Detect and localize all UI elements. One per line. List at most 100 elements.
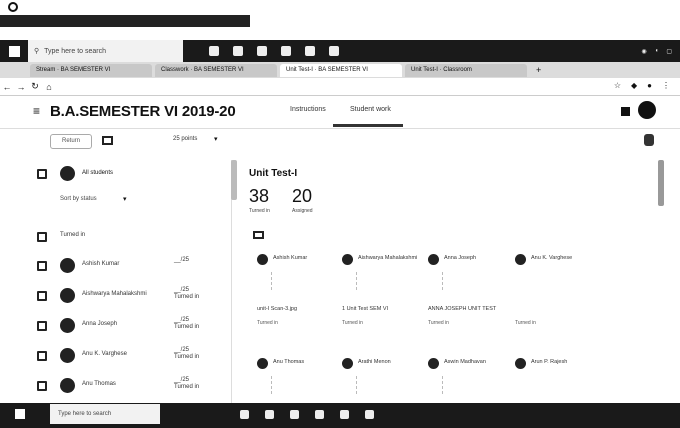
volume-icon[interactable]: ◖	[655, 48, 659, 54]
address-bar: ← → ↻ ⌂ ☆ ◆ ● ⋮	[0, 78, 680, 96]
media-icon[interactable]	[329, 46, 339, 56]
all-students-label: All students	[82, 170, 114, 176]
group-row[interactable]	[0, 226, 230, 252]
windows-icon	[15, 409, 25, 419]
scrollbar-thumb[interactable]	[231, 160, 237, 200]
student-checkbox[interactable]	[37, 291, 47, 301]
mail-icon[interactable]	[315, 410, 324, 419]
course-title: B.A.SEMESTER VI 2019-20	[50, 103, 236, 120]
card-file-name: 1 Unit Test SEM VI	[342, 306, 389, 312]
student-checkbox[interactable]	[37, 381, 47, 391]
student-row[interactable]: Anu Thomas __/25 Turned in	[0, 375, 230, 401]
student-name: Ashish Kumar	[82, 261, 120, 267]
apps-grid-icon[interactable]	[621, 107, 630, 116]
forward-icon[interactable]: →	[14, 82, 28, 92]
group-label: Turned in	[60, 232, 86, 238]
task-view-icon[interactable]	[240, 410, 249, 419]
student-score: __/25	[174, 257, 189, 264]
extension-icon[interactable]: ◆	[631, 81, 637, 90]
network-icon[interactable]: ◉	[641, 48, 646, 55]
store-icon[interactable]	[257, 46, 267, 56]
store-icon[interactable]	[290, 410, 299, 419]
avatar	[60, 258, 75, 273]
main-menu-icon[interactable]: ≡	[33, 104, 40, 118]
browser-tab[interactable]: Unit Test-I · Classroom	[405, 63, 527, 77]
profile-icon[interactable]: ●	[647, 81, 652, 90]
submission-card[interactable]: Aswin Madhavan	[428, 358, 508, 402]
submission-card[interactable]: Ashish Kumar unit-I Scan-3.jpg Turned in	[257, 254, 337, 334]
student-checkbox[interactable]	[37, 321, 47, 331]
avatar	[428, 254, 439, 265]
scrollbar-thumb[interactable]	[658, 160, 664, 206]
avatar	[342, 358, 353, 369]
tab-student-work[interactable]: Student work	[350, 106, 391, 113]
menu-icon[interactable]: ⋮	[662, 81, 670, 90]
select-all-checkbox[interactable]	[37, 169, 47, 179]
new-tab-button[interactable]: +	[530, 65, 541, 75]
account-avatar[interactable]	[638, 101, 656, 119]
submission-card[interactable]: Anu Thomas	[257, 358, 337, 402]
card-status: Turned in	[257, 320, 278, 326]
submission-card[interactable]: Anna Joseph ANNA JOSEPH UNIT TEST Turned…	[428, 254, 508, 334]
sort-select[interactable]: Sort by status	[60, 196, 97, 202]
system-tray: ◉ ◖ ▢	[641, 40, 672, 62]
chevron-down-icon[interactable]: ▾	[214, 135, 218, 143]
all-students-row[interactable]	[0, 163, 230, 189]
browser-tab[interactable]: Classwork · BA SEMESTER VI	[155, 63, 277, 77]
submission-card[interactable]: Arun P. Rajesh	[515, 358, 595, 402]
status-text: Turned in	[174, 294, 200, 300]
chrome-icon[interactable]	[340, 410, 349, 419]
group-checkbox[interactable]	[37, 232, 47, 242]
notification-icon[interactable]: ▢	[666, 48, 672, 55]
taskbar-search-input[interactable]: ⚲ Type here to search	[28, 40, 183, 62]
task-view-icon[interactable]	[209, 46, 219, 56]
browser-tab[interactable]: Stream · BA SEMESTER VI	[30, 63, 152, 77]
student-name: Anna Joseph	[82, 321, 118, 327]
student-row[interactable]: Aishwarya Mahalakshmi __/25 Turned in	[0, 285, 230, 311]
taskbar-search-input[interactable]: Type here to search	[50, 404, 160, 424]
file-thumbnail	[271, 272, 287, 290]
points-select[interactable]: 25 points	[173, 136, 197, 142]
submission-card[interactable]: Arathi Menon	[342, 358, 422, 402]
student-checkbox[interactable]	[37, 261, 47, 271]
student-checkbox[interactable]	[37, 351, 47, 361]
student-score: __/25 Turned in	[174, 317, 199, 331]
status-text: Turned in	[174, 324, 200, 330]
card-student-name: Anu Thomas	[273, 359, 305, 365]
student-row[interactable]: Ashish Kumar __/25	[0, 255, 230, 281]
return-button[interactable]: Return	[50, 134, 92, 149]
start-button[interactable]	[6, 404, 34, 424]
chrome-icon[interactable]	[305, 46, 315, 56]
email-icon[interactable]	[102, 136, 113, 145]
browser-tab-bar: Stream · BA SEMESTER VI Classwork · BA S…	[0, 62, 680, 78]
submission-card[interactable]: Aishwarya Mahalakshmi 1 Unit Test SEM VI…	[342, 254, 422, 334]
submission-card[interactable]: Anu K. Varghese Turned in	[515, 254, 595, 334]
media-icon[interactable]	[365, 410, 374, 419]
chevron-down-icon[interactable]: ▾	[123, 195, 127, 203]
card-student-name: Aswin Madhavan	[444, 359, 486, 365]
file-explorer-icon[interactable]	[265, 410, 274, 419]
card-student-name: Arun P. Rajesh	[531, 359, 568, 365]
browser-tab-active[interactable]: Unit Test-I · BA SEMESTER VI	[280, 63, 402, 77]
back-icon[interactable]: ←	[0, 82, 14, 92]
url-input[interactable]	[66, 81, 496, 93]
file-explorer-icon[interactable]	[233, 46, 243, 56]
bookmark-star-icon[interactable]: ☆	[614, 81, 621, 90]
card-status: Turned in	[342, 320, 363, 326]
student-row[interactable]: Anu K. Varghese __/25 Turned in	[0, 345, 230, 371]
avatar	[428, 358, 439, 369]
folder-icon[interactable]	[253, 231, 264, 239]
file-thumbnail	[356, 272, 372, 290]
card-student-name: Aishwarya Mahalakshmi	[358, 255, 418, 261]
student-row[interactable]: Anna Joseph __/25 Turned in	[0, 315, 230, 341]
group-icon	[60, 166, 75, 181]
tab-instructions[interactable]: Instructions	[290, 106, 326, 113]
assignment-title: Unit Test-I	[249, 168, 298, 179]
score-value: __/25	[174, 317, 190, 323]
file-thumbnail	[271, 376, 287, 394]
start-button[interactable]	[0, 40, 28, 62]
mail-icon[interactable]	[281, 46, 291, 56]
settings-icon[interactable]	[644, 134, 654, 146]
home-icon[interactable]: ⌂	[42, 82, 56, 92]
reload-icon[interactable]: ↻	[28, 81, 42, 92]
